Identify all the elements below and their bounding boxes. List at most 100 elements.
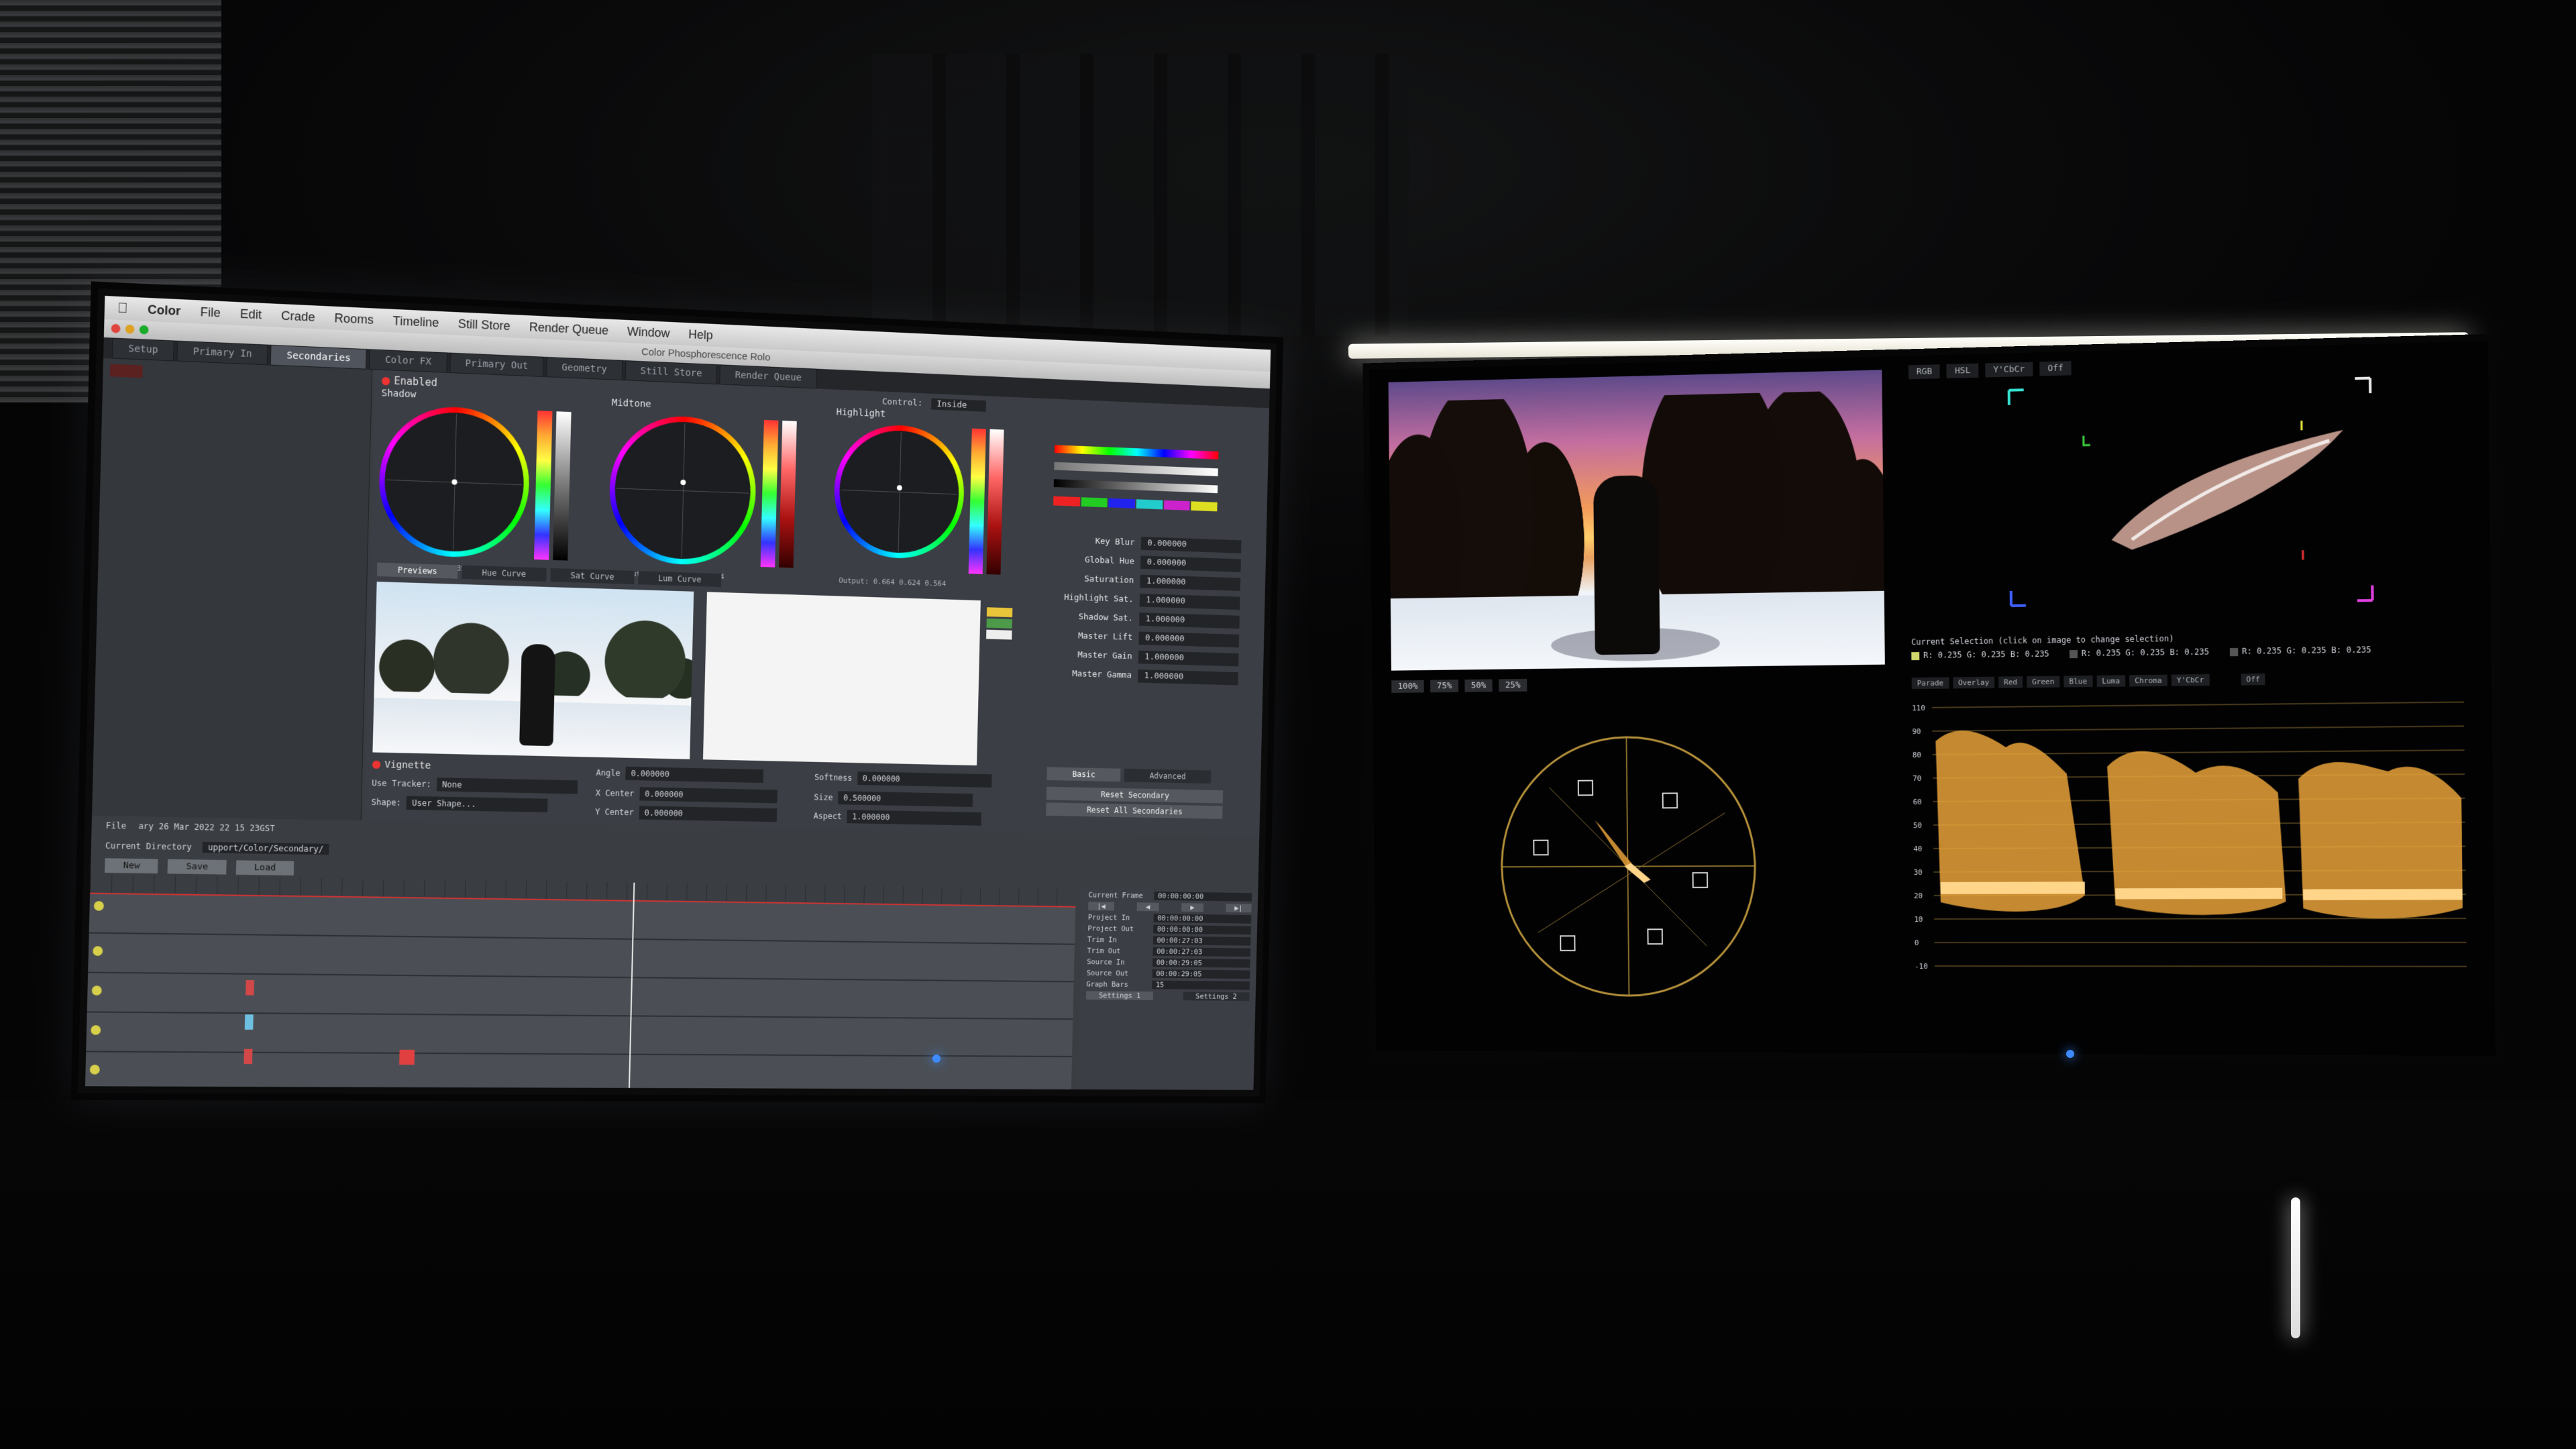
menu-item-still-store[interactable]: Still Store <box>458 317 510 333</box>
param-value[interactable]: 1.000000 <box>1138 669 1238 686</box>
luminance-qualifier[interactable] <box>1053 479 1218 494</box>
tab-wave-ycbcr[interactable]: Y'CbCr <box>2171 674 2210 686</box>
go-to-end-icon[interactable]: ▶| <box>1226 904 1252 913</box>
enabled-toggle[interactable]: Enabled <box>381 374 437 389</box>
zoom-icon[interactable] <box>139 325 149 335</box>
midtone-lum-bar[interactable] <box>779 421 797 568</box>
use-tracker-value[interactable]: None <box>436 777 578 794</box>
play-reverse-icon[interactable]: ◀ <box>1136 902 1159 912</box>
timeline-clip[interactable] <box>246 980 255 996</box>
secondary-enabled-chip[interactable] <box>109 364 143 378</box>
menu-item-help[interactable]: Help <box>688 327 713 343</box>
zoom-25[interactable]: 25% <box>1499 678 1527 692</box>
reset-all-secondaries-button[interactable]: Reset All Secondaries <box>1046 802 1223 819</box>
swatch-yellow[interactable] <box>1191 501 1218 512</box>
menu-item-rooms[interactable]: Rooms <box>334 311 374 327</box>
swatch-blue[interactable] <box>1108 498 1136 508</box>
highlight-lum-bar[interactable] <box>986 429 1004 575</box>
timecode-value[interactable]: 00:00:27:03 <box>1152 947 1251 957</box>
param-value[interactable]: 1.000000 <box>1139 593 1240 610</box>
tab-settings-1[interactable]: Settings 1 <box>1085 991 1154 1000</box>
menu-item-edit[interactable]: Edit <box>240 307 262 322</box>
menu-item-color[interactable]: Color <box>148 303 181 319</box>
save-button[interactable]: Save <box>168 859 227 875</box>
lock-icon[interactable] <box>89 1065 100 1075</box>
param-value[interactable]: 1.000000 <box>1140 574 1241 591</box>
control-value[interactable]: Inside <box>931 398 987 412</box>
shadow-sat-bar[interactable] <box>533 411 553 560</box>
go-to-start-icon[interactable]: |◀ <box>1088 902 1115 911</box>
matte-mode-desat[interactable] <box>986 618 1012 629</box>
y-center-value[interactable]: 0.000000 <box>639 806 777 822</box>
tab-chroma[interactable]: Chroma <box>2129 674 2167 687</box>
directory-value[interactable]: upport/Color/Secondary/ <box>202 841 329 855</box>
aspect-value[interactable]: 1.000000 <box>847 810 982 826</box>
param-value[interactable]: 1.000000 <box>1138 650 1239 666</box>
minimize-icon[interactable] <box>125 324 135 334</box>
timeline-clip[interactable] <box>244 1014 254 1030</box>
menu-item-grade[interactable]: Crade <box>281 309 315 325</box>
tab-previews[interactable]: Previews <box>376 562 458 579</box>
size-value[interactable]: 0.500000 <box>838 791 973 807</box>
timecode-value[interactable]: 00:00:29:05 <box>1152 969 1250 979</box>
highlight-sat-bar[interactable] <box>968 428 986 574</box>
menu-item-window[interactable]: Window <box>627 325 670 341</box>
tab-red[interactable]: Red <box>1998 676 2023 688</box>
tab-parade[interactable]: Parade <box>1911 677 1949 690</box>
param-value[interactable]: 0.000000 <box>1140 555 1241 572</box>
saturation-qualifier[interactable] <box>1054 462 1218 476</box>
menu-item-file[interactable]: File <box>200 305 221 320</box>
tab-green[interactable]: Green <box>2027 676 2060 688</box>
angle-value[interactable]: 0.000000 <box>625 766 764 784</box>
apple-icon[interactable]:  <box>117 301 128 317</box>
param-value[interactable]: 1.000000 <box>1139 612 1240 629</box>
x-center-value[interactable]: 0.000000 <box>639 787 777 804</box>
shadow-lum-bar[interactable] <box>553 411 572 561</box>
new-button[interactable]: New <box>105 858 158 874</box>
tab-basic[interactable]: Basic <box>1046 767 1121 782</box>
tab-overlay[interactable]: Overlay <box>1953 676 1995 689</box>
timecode-value[interactable]: 00:00:00:00 <box>1153 914 1252 924</box>
current-frame-value[interactable]: 00:00:00:00 <box>1154 892 1252 902</box>
timecode-value[interactable]: 00:00:29:05 <box>1152 958 1250 968</box>
tab-settings-2[interactable]: Settings 2 <box>1183 991 1250 1002</box>
load-button[interactable]: Load <box>235 860 294 876</box>
reset-secondary-button[interactable]: Reset Secondary <box>1046 786 1224 804</box>
tab-blue[interactable]: Blue <box>2063 675 2093 688</box>
graph-bars-value[interactable]: 15 <box>1152 980 1250 990</box>
softness-value[interactable]: 0.000000 <box>857 771 992 788</box>
tab-color-fx[interactable]: Color FX <box>369 349 447 373</box>
lock-icon[interactable] <box>93 901 104 911</box>
shape-value[interactable]: User Shape... <box>406 796 548 812</box>
zoom-50[interactable]: 50% <box>1464 679 1493 692</box>
param-value[interactable]: 0.000000 <box>1140 536 1242 553</box>
midtone-sat-bar[interactable] <box>760 419 779 568</box>
timeline-clip[interactable] <box>244 1049 253 1065</box>
tab-setup[interactable]: Setup <box>111 337 175 362</box>
vignette-toggle[interactable]: Vignette <box>372 759 431 771</box>
close-icon[interactable] <box>111 323 121 333</box>
param-value[interactable]: 0.000000 <box>1138 631 1240 647</box>
control-selector[interactable]: Control: Inside <box>882 397 987 412</box>
hue-qualifier[interactable] <box>1054 445 1219 460</box>
swatch-green[interactable] <box>1081 497 1108 508</box>
timeline-track[interactable] <box>85 1052 1072 1090</box>
menu-item-timeline[interactable]: Timeline <box>392 313 439 329</box>
tab-wave-off[interactable]: Off <box>2241 673 2266 686</box>
timeline-clip[interactable] <box>399 1049 415 1065</box>
tab-lum-curve[interactable]: Lum Curve <box>638 571 722 588</box>
tab-sat-curve[interactable]: Sat Curve <box>550 568 635 584</box>
file-value[interactable]: ary 26 Mar 2022 22 15 23GST <box>138 821 275 833</box>
lock-icon[interactable] <box>93 946 103 956</box>
timecode-value[interactable]: 00:00:27:03 <box>1152 936 1251 946</box>
timecode-value[interactable]: 00:00:00:00 <box>1153 924 1251 935</box>
swatch-red[interactable] <box>1053 496 1080 506</box>
tab-luma[interactable]: Luma <box>2096 675 2126 688</box>
play-icon[interactable]: ▶ <box>1181 903 1203 912</box>
lock-icon[interactable] <box>91 985 102 996</box>
menu-item-render-queue[interactable]: Render Queue <box>529 320 609 338</box>
matte-mode-color[interactable] <box>986 607 1013 618</box>
lock-icon[interactable] <box>91 1025 101 1035</box>
swatch-magenta[interactable] <box>1163 500 1190 511</box>
tab-advanced[interactable]: Advanced <box>1124 768 1212 784</box>
